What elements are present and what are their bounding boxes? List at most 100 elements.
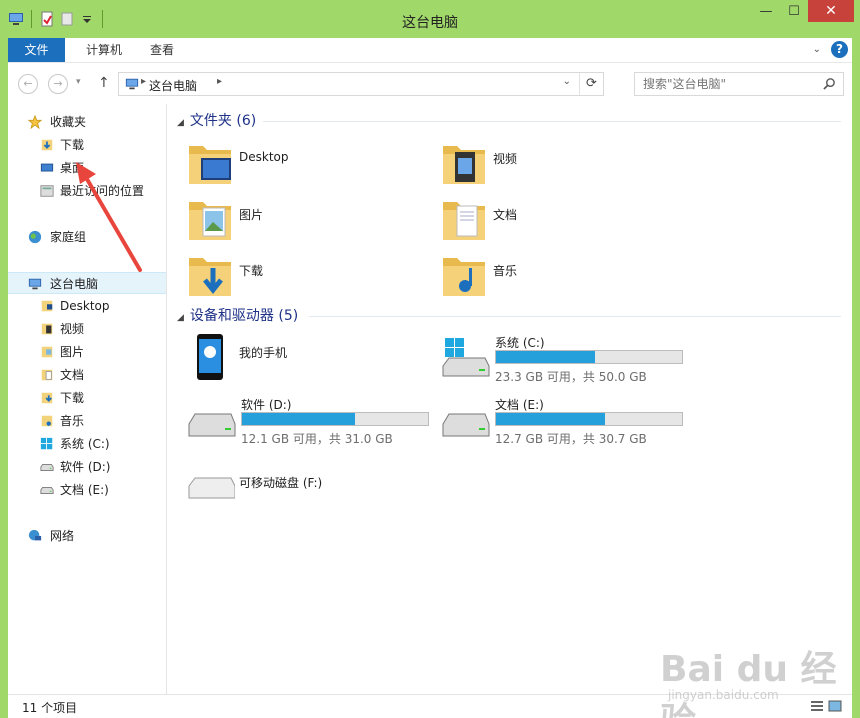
- drive-tile-c[interactable]: 系统 (C:): [187, 334, 437, 386]
- folder-name: 图片: [239, 208, 264, 222]
- sidebar-item-pictures[interactable]: 图片: [8, 341, 166, 363]
- drive-name: 软件 (D:): [241, 398, 292, 412]
- drive-tile-c[interactable]: 系统 (C:) 23.3 GB 可用，共 50.0 GB: [441, 334, 691, 386]
- breadcrumb-item[interactable]: 这台电脑: [149, 77, 197, 94]
- sidebar-item-label: 视频: [60, 322, 85, 336]
- sidebar-item-music[interactable]: 音乐: [8, 410, 166, 432]
- navigation-bar: ← → ▾ ↑ ▸ 这台电脑 ▸ ⌄ ⟳: [8, 62, 852, 104]
- music-folder-icon: [443, 258, 485, 296]
- drive-usage-bar: [495, 412, 683, 426]
- downloads-folder-icon: [189, 258, 231, 296]
- sidebar-item-downloads[interactable]: 下载: [8, 134, 166, 156]
- group-title: 文件夹 (6): [189, 113, 257, 129]
- help-icon[interactable]: ?: [831, 41, 848, 58]
- ribbon-right-controls: ⌄ ?: [813, 41, 848, 58]
- desktop-folder-icon: [189, 146, 231, 184]
- sidebar-item-videos[interactable]: 视频: [8, 318, 166, 340]
- drive-size: 12.7 GB 可用，共 30.7 GB: [495, 432, 647, 446]
- folder-tile-downloads[interactable]: 下载: [187, 250, 427, 300]
- network-icon: [28, 529, 42, 541]
- sidebar-item-drive-e[interactable]: 文档 (E:): [8, 479, 166, 501]
- folders-group-header[interactable]: ◢ 文件夹 (6): [177, 111, 256, 131]
- windows-drive-icon: [40, 437, 53, 450]
- forward-button[interactable]: →: [48, 74, 68, 94]
- search-box[interactable]: [634, 72, 844, 96]
- address-bar[interactable]: ▸ 这台电脑 ▸ ⌄ ⟳: [118, 72, 604, 96]
- divider: [309, 316, 841, 317]
- search-input[interactable]: [635, 73, 815, 95]
- sidebar-item-drive-d[interactable]: 软件 (D:): [8, 456, 166, 478]
- folder-tile-music[interactable]: 音乐: [441, 250, 681, 300]
- sidebar-item-label: 音乐: [60, 414, 85, 428]
- watermark-logo: Bai du 经验: [660, 649, 837, 718]
- drive-icon: [188, 413, 236, 437]
- recent-places-icon: [40, 185, 54, 197]
- item-count: 11 个项目: [22, 701, 78, 715]
- recent-locations-icon[interactable]: ▾: [76, 77, 81, 87]
- device-tile-removable[interactable]: 可移动磁盘 (F:): [187, 458, 427, 508]
- folder-name: 下载: [239, 264, 264, 278]
- tab-computer[interactable]: 计算机: [70, 38, 138, 62]
- back-button[interactable]: ←: [18, 74, 38, 94]
- sidebar-item-label: 网络: [50, 529, 75, 543]
- folder-name: 音乐: [493, 264, 518, 278]
- content-pane: ◢ 文件夹 (6) Desktop 视频 图片 文档 下载 音乐 ◢ 设备和驱动器 …: [167, 104, 852, 694]
- ribbon-tabs: 文件 计算机 查看 ⌄ ?: [8, 38, 852, 62]
- folder-name: 视频: [493, 152, 518, 166]
- drive-usage-bar: [495, 350, 683, 364]
- collapse-icon[interactable]: ◢: [177, 313, 184, 323]
- folder-tile-desktop[interactable]: Desktop: [187, 138, 427, 188]
- sidebar-item-documents[interactable]: 文档: [8, 364, 166, 386]
- desktop-icon: [40, 163, 54, 172]
- drive-icon: [442, 413, 490, 437]
- baidu-watermark: Bai du 经验 jingyan.baidu.com: [660, 640, 840, 718]
- address-dropdown-icon[interactable]: ⌄: [563, 76, 571, 87]
- folder-tile-documents[interactable]: 文档: [441, 194, 681, 244]
- search-icon[interactable]: [823, 77, 836, 90]
- folder-tile-pictures[interactable]: 图片: [187, 194, 427, 244]
- breadcrumb-separator-icon[interactable]: ▸: [141, 76, 146, 87]
- drive-tile-e[interactable]: 文档 (E:) 12.7 GB 可用，共 30.7 GB: [441, 396, 691, 448]
- devices-group-header[interactable]: ◢ 设备和驱动器 (5): [177, 306, 298, 326]
- computer-icon: [125, 78, 139, 90]
- explorer-window: 这台电脑 — ☐ ✕ 文件 计算机 查看 ⌄ ? ← → ▾ ↑ ▸ 这台电脑 …: [0, 0, 860, 718]
- tab-file[interactable]: 文件: [8, 38, 65, 62]
- minimize-button[interactable]: —: [752, 0, 780, 22]
- breadcrumb-separator-icon[interactable]: ▸: [217, 76, 222, 87]
- refresh-button[interactable]: ⟳: [579, 73, 603, 95]
- expand-ribbon-icon[interactable]: ⌄: [813, 44, 821, 55]
- drive-usage-bar: [241, 412, 429, 426]
- homegroup-icon: [28, 230, 42, 244]
- documents-folder-icon: [443, 202, 485, 240]
- sidebar-item-label: 系统 (C:): [60, 437, 110, 451]
- sidebar-item-drive-c[interactable]: 系统 (C:): [8, 433, 166, 455]
- collapse-icon[interactable]: ◢: [177, 118, 184, 128]
- up-button[interactable]: ↑: [98, 75, 110, 91]
- sidebar-item-downloads-pc[interactable]: 下载: [8, 387, 166, 409]
- folder-icon: [41, 300, 53, 312]
- folder-tile-videos[interactable]: 视频: [441, 138, 681, 188]
- maximize-button[interactable]: ☐: [780, 0, 808, 22]
- folder-name: Desktop: [239, 150, 289, 164]
- sidebar-item-favorites[interactable]: 收藏夹: [8, 111, 166, 133]
- drive-tile-d[interactable]: 软件 (D:) 12.1 GB 可用，共 31.0 GB: [187, 396, 437, 448]
- close-button[interactable]: ✕: [808, 0, 854, 22]
- sidebar-item-label: Desktop: [60, 299, 110, 313]
- pictures-folder-icon: [41, 346, 53, 358]
- group-title: 设备和驱动器 (5): [189, 308, 299, 324]
- divider: [263, 121, 841, 122]
- tab-view[interactable]: 查看: [134, 38, 190, 62]
- drive-size: 23.3 GB 可用，共 50.0 GB: [495, 370, 647, 384]
- watermark-url: jingyan.baidu.com: [668, 688, 779, 702]
- documents-folder-icon: [41, 369, 53, 381]
- drive-name: 系统 (C:): [495, 336, 545, 350]
- drive-icon: [40, 486, 54, 494]
- windows-drive-icon: [442, 338, 490, 377]
- drive-usage-fill: [496, 413, 605, 425]
- download-folder-icon: [41, 139, 53, 151]
- removable-drive-icon: [188, 477, 235, 499]
- sidebar-item-desktop-folder[interactable]: Desktop: [8, 295, 166, 317]
- download-folder-icon: [41, 392, 53, 404]
- sidebar-item-network[interactable]: 网络: [8, 525, 166, 547]
- title-bar: 这台电脑 — ☐ ✕: [0, 0, 860, 38]
